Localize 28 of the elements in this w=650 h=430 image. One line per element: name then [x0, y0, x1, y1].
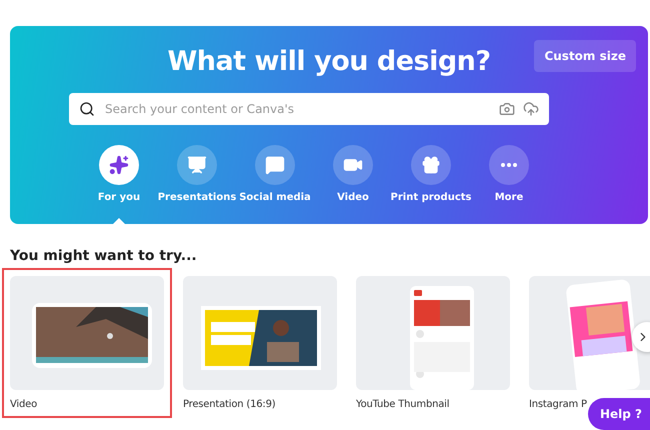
camera-icon[interactable] — [499, 101, 515, 117]
category-button[interactable] — [333, 145, 373, 185]
more-icon — [501, 163, 517, 167]
category-label[interactable]: Social media — [239, 192, 311, 203]
design-label[interactable]: YouTube Thumbnail — [356, 399, 450, 410]
category-button[interactable] — [99, 145, 139, 185]
design-label[interactable]: Video — [10, 399, 38, 410]
category-label[interactable]: More — [494, 192, 524, 203]
category-button[interactable] — [177, 145, 217, 185]
section-heading: You might want to try... — [10, 248, 198, 264]
sparkle-icon — [109, 155, 129, 175]
presentation-icon — [187, 155, 207, 175]
hero-title: What will you design? — [167, 46, 491, 77]
help-button[interactable]: Help ? — [588, 398, 650, 430]
category-button[interactable] — [411, 145, 451, 185]
design-label[interactable]: Presentation (16:9) — [183, 399, 276, 410]
category-button[interactable] — [255, 145, 295, 185]
upload-icon[interactable] — [523, 101, 539, 117]
search-icon — [79, 101, 95, 117]
search-field[interactable]: Search your content or Canva's — [69, 93, 549, 125]
category-label[interactable]: For you — [98, 192, 140, 203]
selection-pointer — [113, 218, 125, 224]
design-label[interactable]: Instagram P — [529, 399, 587, 410]
category-label[interactable]: Print products — [390, 192, 472, 203]
category-label[interactable]: Presentations — [158, 192, 236, 203]
category-button[interactable] — [489, 145, 529, 185]
custom-size-button[interactable]: Custom size — [534, 40, 636, 72]
category-label[interactable]: Video — [337, 192, 369, 203]
